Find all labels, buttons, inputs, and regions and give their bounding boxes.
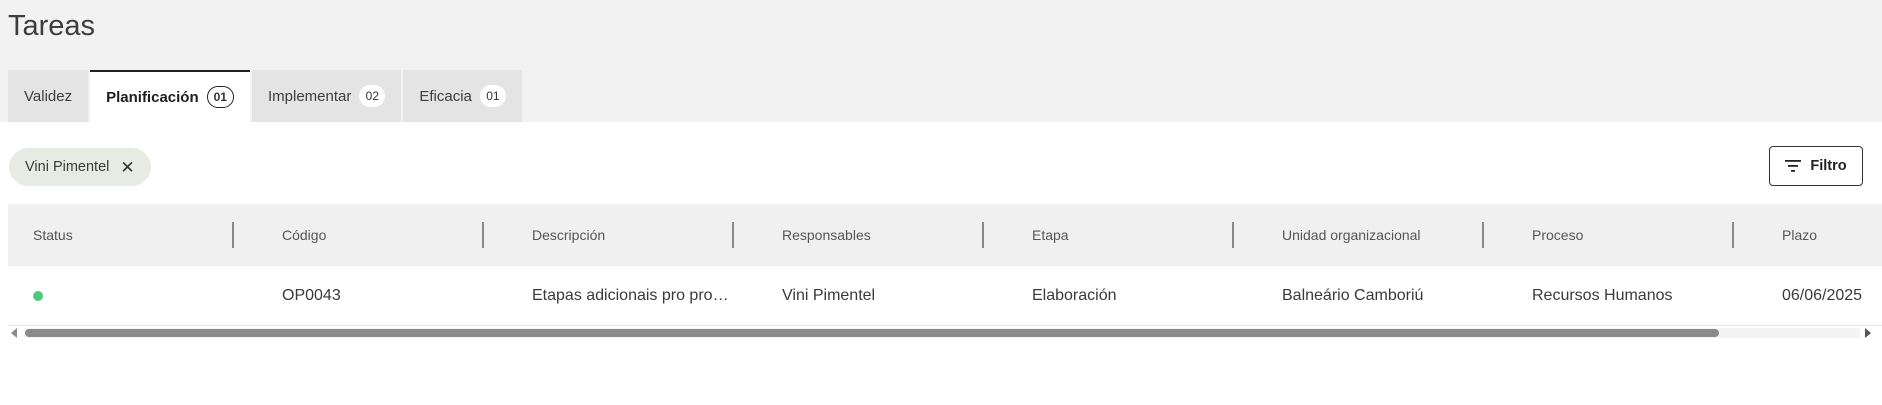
column-resizer[interactable] (232, 222, 234, 248)
column-header-status[interactable]: Status (33, 204, 73, 266)
unidad-cell: Balneário Camboriú (1282, 287, 1424, 304)
column-header-responsables[interactable]: Responsables (782, 204, 871, 266)
table-row[interactable]: OP0043 Etapas adicionais pro processo Vi… (8, 266, 1882, 326)
column-header-proceso[interactable]: Proceso (1532, 204, 1583, 266)
column-header-descripcion[interactable]: Descripción (532, 204, 605, 266)
filter-button[interactable]: Filtro (1769, 146, 1863, 186)
column-resizer[interactable] (732, 222, 734, 248)
scroll-right-icon[interactable] (1865, 328, 1871, 338)
tab-validez[interactable]: Validez (8, 70, 89, 122)
tab-label: Eficacia (419, 87, 472, 105)
tab-eficacia[interactable]: Eficacia 01 (403, 70, 522, 122)
codigo-cell: OP0043 (282, 287, 341, 304)
status-cell (33, 266, 43, 326)
plazo-cell: 06/06/2025 (1782, 287, 1863, 304)
filter-button-label: Filtro (1810, 158, 1847, 174)
tab-planificacion[interactable]: Planificación 01 (90, 70, 250, 122)
header-area: Tareas Validez Planificación 01 Implemen… (0, 0, 1882, 122)
close-icon[interactable]: ✕ (120, 159, 134, 176)
tasks-table: Status Código Descripción Responsables E… (8, 204, 1882, 326)
descripcion-cell: Etapas adicionais pro processo (532, 287, 732, 304)
status-dot-icon (33, 291, 43, 301)
column-resizer[interactable] (982, 222, 984, 248)
tab-count-badge: 01 (206, 86, 234, 108)
tab-label: Validez (24, 87, 73, 105)
page-title: Tareas (8, 10, 96, 42)
column-resizer[interactable] (1232, 222, 1234, 248)
scrollbar-thumb[interactable] (25, 329, 1719, 337)
column-header-plazo[interactable]: Plazo (1782, 204, 1817, 266)
tab-count-badge: 01 (479, 85, 506, 107)
column-resizer[interactable] (1482, 222, 1484, 248)
column-resizer[interactable] (482, 222, 484, 248)
etapa-cell: Elaboración (1032, 287, 1117, 304)
tab-bar: Validez Planificación 01 Implementar 02 … (8, 70, 524, 122)
horizontal-scrollbar[interactable] (8, 326, 1874, 340)
filter-chip: Vini Pimentel ✕ (9, 148, 151, 186)
tab-count-badge: 02 (359, 85, 386, 107)
filter-list-icon (1785, 160, 1802, 172)
proceso-cell: Recursos Humanos (1532, 287, 1673, 304)
filter-chip-label: Vini Pimentel (25, 159, 110, 175)
column-header-unidad[interactable]: Unidad organizacional (1282, 204, 1421, 266)
tab-label: Implementar (267, 87, 352, 105)
table-header: Status Código Descripción Responsables E… (8, 204, 1882, 266)
responsables-cell: Vini Pimentel (782, 287, 876, 304)
tab-implementar[interactable]: Implementar 02 (251, 70, 402, 122)
column-header-etapa[interactable]: Etapa (1032, 204, 1069, 266)
tab-label: Planificación (106, 88, 199, 106)
scroll-left-icon[interactable] (11, 328, 17, 338)
column-resizer[interactable] (1732, 222, 1734, 248)
column-header-codigo[interactable]: Código (282, 204, 326, 266)
